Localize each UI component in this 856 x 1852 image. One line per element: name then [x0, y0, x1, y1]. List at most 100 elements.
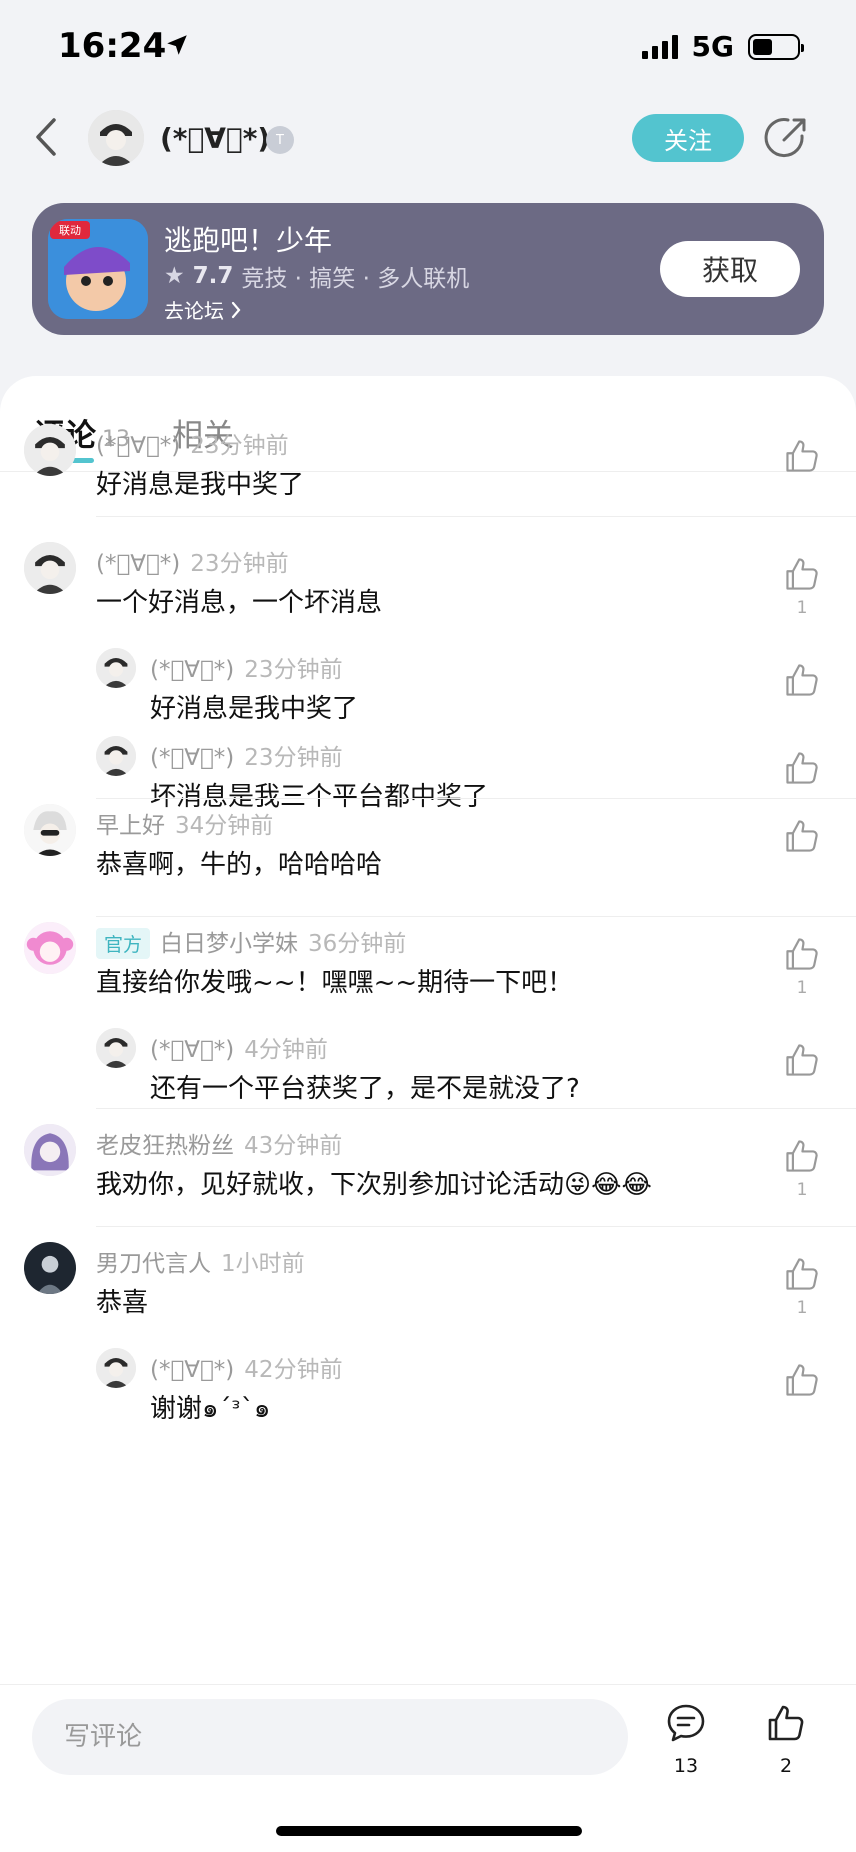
- comment-text[interactable]: 好消息是我中奖了: [96, 464, 304, 501]
- official-badge: 官方: [96, 928, 151, 959]
- follow-button[interactable]: 关注: [632, 114, 744, 162]
- game-meta: ★ 7.7 竞技 · 搞笑 · 多人联机: [164, 259, 469, 293]
- comment-meta: (*ﾟ∀ﾟ*) 23分钟前: [150, 650, 343, 684]
- game-badge: 联动: [59, 224, 81, 237]
- avatar[interactable]: [24, 1124, 76, 1176]
- game-card[interactable]: 联动 逃跑吧！少年 ★ 7.7 竞技 · 搞笑 · 多人联机 去论坛 获取: [32, 203, 824, 335]
- comment-username[interactable]: (*ﾟ∀ﾟ*): [150, 745, 234, 771]
- comment-username[interactable]: 白日梦小学妹: [160, 931, 298, 957]
- game-icon[interactable]: 联动: [48, 219, 148, 319]
- comment-username[interactable]: (*ﾟ∀ﾟ*): [150, 1357, 234, 1383]
- star-icon: ★: [164, 263, 185, 289]
- comment-time: 34分钟前: [175, 813, 274, 839]
- game-rating: 7.7: [192, 263, 234, 289]
- comment-icon[interactable]: [664, 1701, 708, 1745]
- reply-item[interactable]: (*ﾟ∀ﾟ*) 23分钟前好消息是我中奖了: [0, 648, 856, 736]
- reply-item[interactable]: (*ﾟ∀ﾟ*) 4分钟前还有一个平台获奖了，是不是就没了?: [0, 1028, 856, 1116]
- like-icon[interactable]: [782, 816, 822, 856]
- nav-bar: (*ﾟ∀ﾟ*) T 关注: [0, 100, 856, 180]
- like-icon[interactable]: [782, 436, 822, 476]
- comment-username[interactable]: (*ﾟ∀ﾟ*): [96, 551, 180, 577]
- avatar[interactable]: [24, 804, 76, 856]
- comment-item[interactable]: (*ﾟ∀ﾟ*) 23分钟前 好消息是我中奖了: [0, 424, 856, 512]
- comment-time: 23分钟前: [244, 745, 343, 771]
- comment-divider: [96, 516, 856, 517]
- reply-item[interactable]: (*ﾟ∀ﾟ*) 42分钟前谢谢๑´ᵌ`๑: [0, 1348, 856, 1436]
- comment-item[interactable]: 官方 白日梦小学妹 36分钟前 直接给你发哦~~！嘿嘿~~期待一下吧！ 1: [0, 922, 856, 1010]
- avatar[interactable]: [24, 542, 76, 594]
- comment-meta: 男刀代言人 1小时前: [96, 1244, 305, 1278]
- comment-meta: (*ﾟ∀ﾟ*) 42分钟前: [150, 1350, 343, 1384]
- avatar[interactable]: [24, 922, 76, 974]
- comment-text[interactable]: 恭喜: [96, 1282, 148, 1319]
- like-count: 2: [779, 1755, 793, 1777]
- forum-link[interactable]: 去论坛: [164, 295, 242, 324]
- avatar[interactable]: [88, 110, 144, 166]
- status-bar: 16:24 5G: [0, 0, 856, 100]
- home-indicator: [276, 1826, 582, 1836]
- network-label: 5G: [691, 30, 734, 63]
- like-icon[interactable]: [782, 660, 822, 700]
- avatar[interactable]: [96, 1348, 136, 1388]
- comment-count: 13: [673, 1755, 699, 1777]
- comment-text[interactable]: 好消息是我中奖了: [150, 688, 358, 725]
- comment-time: 23分钟前: [244, 657, 343, 683]
- comment-text[interactable]: 直接给你发哦~~！嘿嘿~~期待一下吧！: [96, 962, 573, 999]
- comment-username[interactable]: (*ﾟ∀ﾟ*): [150, 657, 234, 683]
- comment-divider: [96, 1226, 856, 1227]
- back-icon[interactable]: [28, 112, 68, 162]
- like-icon[interactable]: [782, 1040, 822, 1080]
- comment-meta: (*ﾟ∀ﾟ*) 23分钟前: [150, 738, 343, 772]
- like-icon[interactable]: [782, 1254, 822, 1294]
- comment-time: 42分钟前: [244, 1357, 343, 1383]
- like-icon[interactable]: [782, 554, 822, 594]
- comment-item[interactable]: 男刀代言人 1小时前恭喜 1: [0, 1242, 856, 1330]
- comment-meta: 官方 白日梦小学妹 36分钟前: [96, 924, 406, 959]
- comment-text[interactable]: 我劝你，见好就收，下次别参加讨论活动😜😂😂: [96, 1164, 652, 1201]
- like-count: 1: [796, 598, 808, 618]
- comment-text[interactable]: 谢谢๑´ᵌ`๑: [150, 1388, 270, 1429]
- like-icon[interactable]: [782, 1136, 822, 1176]
- comment-username[interactable]: 早上好: [96, 813, 165, 839]
- signal-icon: [641, 34, 678, 59]
- comment-divider: [96, 1108, 856, 1109]
- comment-username[interactable]: (*ﾟ∀ﾟ*): [150, 1037, 234, 1063]
- battery-icon: [748, 33, 804, 60]
- comment-text[interactable]: 恭喜啊，牛的，哈哈哈哈: [96, 844, 382, 881]
- comment-username[interactable]: 男刀代言人: [96, 1251, 211, 1277]
- comment-item[interactable]: (*ﾟ∀ﾟ*) 23分钟前 一个好消息，一个坏消息 1: [0, 542, 856, 630]
- comment-time: 4分钟前: [244, 1037, 328, 1063]
- location-arrow-icon: [167, 35, 187, 55]
- forum-link-label: 去论坛: [164, 299, 224, 323]
- game-title: 逃跑吧！少年: [164, 224, 333, 257]
- comment-divider: [96, 916, 856, 917]
- comment-text[interactable]: 一个好消息，一个坏消息: [96, 582, 382, 619]
- comment-item[interactable]: 早上好 34分钟前恭喜啊，牛的，哈哈哈哈: [0, 804, 856, 892]
- share-icon[interactable]: [762, 114, 810, 162]
- comment-time: 1小时前: [221, 1251, 305, 1277]
- comment-username[interactable]: 老皮狂热粉丝: [96, 1133, 234, 1159]
- comment-time: 43分钟前: [244, 1133, 343, 1159]
- avatar[interactable]: [24, 1242, 76, 1294]
- comment-meta: (*ﾟ∀ﾟ*) 4分钟前: [150, 1030, 328, 1064]
- get-button[interactable]: 获取: [660, 241, 800, 297]
- like-count: 1: [796, 1180, 808, 1200]
- status-time: 16:24: [58, 26, 167, 66]
- comment-time: 36分钟前: [308, 931, 407, 957]
- comment-username[interactable]: (*ﾟ∀ﾟ*): [96, 433, 180, 459]
- avatar[interactable]: [96, 648, 136, 688]
- like-icon[interactable]: [764, 1701, 808, 1745]
- game-tags: 竞技 · 搞笑 · 多人联机: [241, 266, 470, 292]
- like-icon[interactable]: [782, 1360, 822, 1400]
- like-icon[interactable]: [782, 748, 822, 788]
- avatar[interactable]: [96, 736, 136, 776]
- avatar[interactable]: [24, 424, 76, 476]
- comment-meta: 早上好 34分钟前: [96, 806, 273, 840]
- like-count: 1: [796, 1298, 808, 1318]
- profile-username[interactable]: (*ﾟ∀ﾟ*): [160, 122, 270, 155]
- comment-input[interactable]: [32, 1699, 628, 1775]
- avatar[interactable]: [96, 1028, 136, 1068]
- comment-text[interactable]: 还有一个平台获奖了，是不是就没了?: [150, 1068, 580, 1105]
- like-icon[interactable]: [782, 934, 822, 974]
- comment-item[interactable]: 老皮狂热粉丝 43分钟前我劝你，见好就收，下次别参加讨论活动😜😂😂 1: [0, 1124, 856, 1212]
